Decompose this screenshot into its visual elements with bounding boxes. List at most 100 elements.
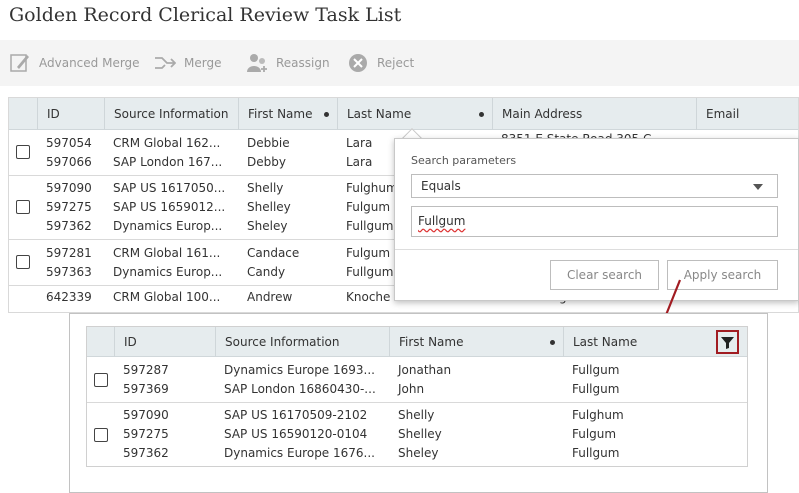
reassign-label: Reassign	[276, 56, 330, 70]
first-name-value: Shelly	[398, 408, 435, 422]
row-last-names: Fulghum Fulgum Fullgum	[346, 179, 398, 236]
id-value: 597275	[123, 427, 169, 441]
id-value: 597281	[46, 246, 92, 260]
last-name-value: Fullgum	[572, 446, 620, 460]
id-value: 597362	[46, 219, 92, 233]
last-name-value: Lara	[346, 155, 373, 169]
last-name-value: Fulghum	[572, 408, 624, 422]
search-value-text: Fullgum	[418, 214, 466, 228]
filter-active-dot-icon	[479, 112, 484, 117]
last-name-value: Fullgum	[572, 382, 620, 396]
source-value: SAP US 16590120-0104	[224, 427, 368, 441]
merge-button[interactable]: Merge	[154, 51, 221, 75]
id-value: 597066	[46, 155, 92, 169]
last-name-value: Fulgum	[346, 200, 391, 214]
last-name-value: Knoche	[346, 290, 391, 304]
column-header-source[interactable]: Source Information	[215, 327, 389, 357]
first-name-value: Jonathan	[398, 363, 452, 377]
operator-value: Equals	[421, 179, 461, 193]
row-last-names: Lara Lara	[346, 134, 372, 172]
first-name-value: Debby	[247, 155, 286, 169]
toolbar: Advanced Merge Merge Reassign Reject	[0, 40, 799, 86]
row-sources: SAP US 1617050... SAP US 1659012... Dyna…	[113, 179, 225, 236]
grid-header: ID Source Information First Name Last Na…	[9, 98, 798, 130]
table-row[interactable]: 597287 597369 Dynamics Europe 1693... SA…	[87, 357, 747, 403]
source-value: Dynamics Europ...	[113, 219, 223, 233]
column-header-email[interactable]: Email	[696, 98, 798, 130]
reassign-button[interactable]: Reassign	[246, 51, 330, 75]
id-value: 597090	[123, 408, 169, 422]
row-first-names: Shelly Shelley Sheley	[398, 406, 442, 463]
filtered-result-panel: ID Source Information First Name Last Na…	[69, 313, 768, 493]
first-name-value: Candace	[247, 246, 300, 260]
filtered-grid-header: ID Source Information First Name Last Na…	[87, 327, 747, 357]
column-header-first-name-label: First Name	[399, 335, 464, 349]
first-name-value: Shelly	[247, 181, 284, 195]
last-name-value: Fulgum	[572, 427, 617, 441]
row-first-names: Debbie Debby	[247, 134, 290, 172]
source-value: Dynamics Europe 1693...	[224, 363, 375, 377]
row-checkbox[interactable]	[16, 145, 30, 159]
column-header-first-name[interactable]: First Name	[389, 327, 563, 357]
first-name-value: Debbie	[247, 136, 290, 150]
row-ids: 597281 597363	[46, 244, 92, 282]
select-column-header	[87, 327, 114, 357]
last-name-value: Fullgum	[572, 363, 620, 377]
row-last-names: Fullgum Fullgum	[572, 361, 619, 399]
row-sources: CRM Global 161... Dynamics Europ...	[113, 244, 222, 282]
source-value: Dynamics Europe 1676...	[224, 446, 375, 460]
column-header-main-address[interactable]: Main Address	[492, 98, 696, 130]
operator-select[interactable]: Equals	[411, 174, 778, 198]
filter-funnel-icon	[721, 337, 734, 349]
row-sources: SAP US 16170509-2102 SAP US 16590120-010…	[224, 406, 375, 463]
source-value: SAP US 1659012...	[113, 200, 226, 214]
row-checkbox[interactable]	[16, 255, 30, 269]
last-name-value: Fullgum	[346, 219, 394, 233]
row-sources: CRM Global 162... SAP London 167...	[113, 134, 222, 172]
row-ids: 597090 597275 597362	[46, 179, 92, 236]
row-last-names: Fulghum Fulgum Fullgum	[572, 406, 624, 463]
id-value: 597363	[46, 265, 92, 279]
filter-active-dot-icon	[550, 340, 555, 345]
row-ids: 597090 597275 597362	[123, 406, 169, 463]
column-header-last-name[interactable]: Last Name	[337, 98, 492, 130]
clear-search-button[interactable]: Clear search	[550, 260, 659, 290]
reject-button[interactable]: Reject	[347, 51, 414, 75]
id-value: 597275	[46, 200, 92, 214]
column-header-source[interactable]: Source Information	[104, 98, 238, 130]
first-name-value: John	[398, 382, 425, 396]
id-value: 597090	[46, 181, 92, 195]
column-header-first-name-label: First Name	[248, 107, 313, 121]
filter-active-dot-icon	[324, 112, 329, 117]
source-value: SAP US 16170509-2102	[224, 408, 368, 422]
row-checkbox[interactable]	[16, 200, 30, 214]
popup-divider	[395, 249, 798, 250]
merge-label: Merge	[184, 56, 222, 70]
source-value: CRM Global 162...	[113, 136, 221, 150]
id-value: 642339	[46, 290, 92, 304]
active-filter-highlight[interactable]	[716, 330, 739, 354]
id-value: 597362	[123, 446, 169, 460]
source-value: CRM Global 161...	[113, 246, 221, 260]
search-value-input[interactable]: Fullgum	[411, 206, 778, 237]
table-row[interactable]: 597090 597275 597362 SAP US 16170509-210…	[87, 403, 747, 466]
last-name-value: Lara	[346, 136, 373, 150]
column-header-id[interactable]: ID	[37, 98, 104, 130]
search-parameters-label: Search parameters	[411, 154, 517, 167]
row-first-names: Jonathan John	[398, 361, 451, 399]
reject-icon	[349, 54, 367, 72]
first-name-value: Andrew	[247, 290, 293, 304]
row-checkbox[interactable]	[94, 428, 108, 442]
id-value: 597054	[46, 136, 92, 150]
id-value: 597287	[123, 363, 169, 377]
column-header-first-name[interactable]: First Name	[238, 98, 337, 130]
advanced-merge-label: Advanced Merge	[39, 56, 140, 70]
reassign-users-icon	[247, 54, 267, 72]
row-checkbox[interactable]	[94, 373, 108, 387]
advanced-merge-button[interactable]: Advanced Merge	[9, 51, 140, 75]
column-header-id[interactable]: ID	[114, 327, 215, 357]
first-name-value: Sheley	[398, 446, 439, 460]
last-name-value: Fulghum	[346, 181, 398, 195]
first-name-value: Shelley	[247, 200, 291, 214]
first-name-value: Candy	[247, 265, 286, 279]
